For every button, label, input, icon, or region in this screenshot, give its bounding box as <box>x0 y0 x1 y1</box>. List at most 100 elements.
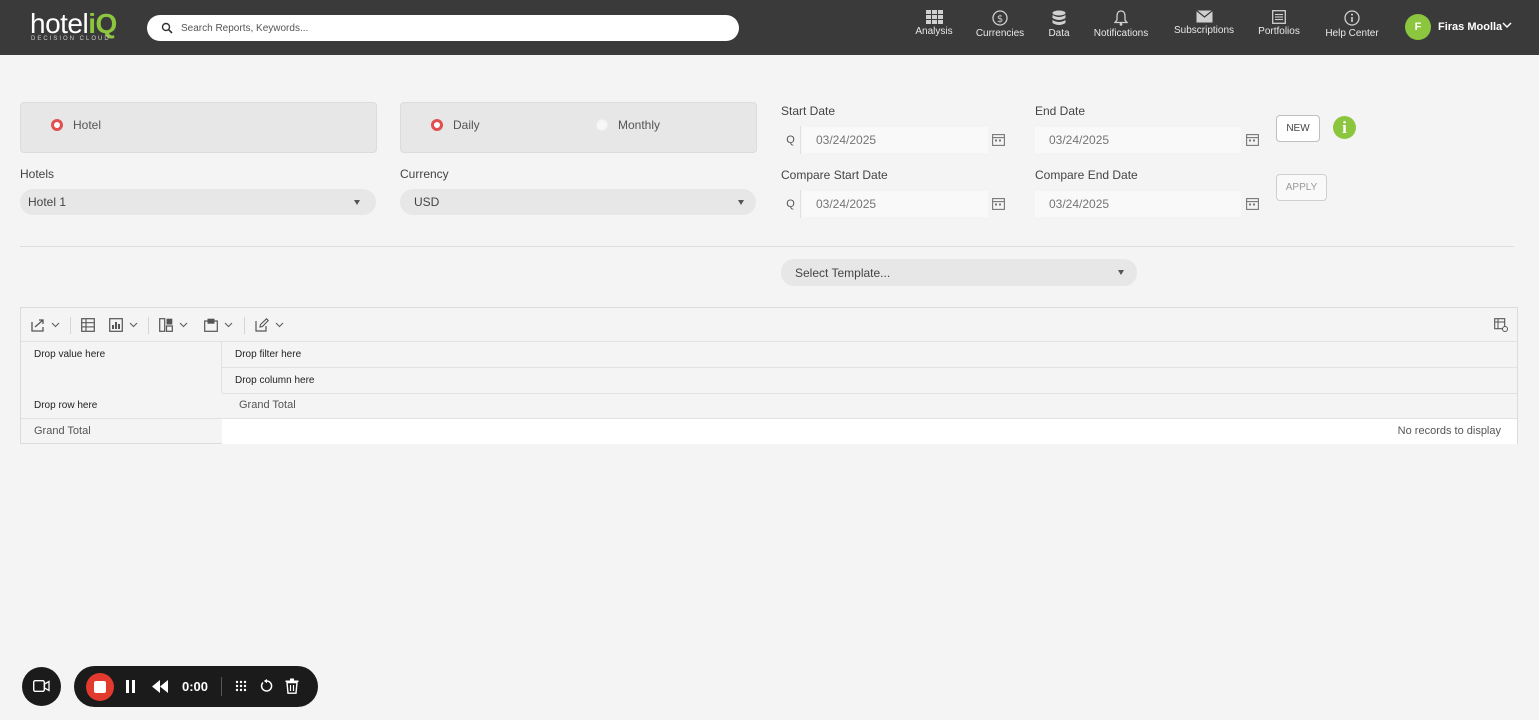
calendar-icon[interactable] <box>1246 133 1259 146</box>
nav-portfolios[interactable]: Portfolios <box>1254 10 1304 46</box>
nav-help-center[interactable]: Help Center <box>1323 10 1381 46</box>
compare-end-date-picker <box>1035 190 1265 218</box>
grid-icon <box>925 10 943 24</box>
search-bar <box>147 15 739 41</box>
compare-start-date-picker: Q <box>781 190 1011 218</box>
compare-end-date-label: Compare End Date <box>1035 168 1138 182</box>
video-camera-icon <box>33 680 50 692</box>
toolbar-divider <box>244 317 245 334</box>
nav-notifications[interactable]: Notifications <box>1091 10 1151 46</box>
subtotals-icon <box>204 318 218 332</box>
apply-button[interactable]: APPLY <box>1276 174 1327 201</box>
camera-toggle-button[interactable] <box>22 667 61 706</box>
edit-icon <box>255 318 269 332</box>
portfolio-icon <box>1272 10 1286 24</box>
end-date-picker <box>1035 126 1265 154</box>
recording-timer: 0:00 <box>182 679 209 694</box>
currency-label: Currency <box>400 167 449 181</box>
compare-start-date-input[interactable] <box>802 191 988 217</box>
scope-radio-group: Hotel <box>20 102 377 153</box>
field-list-icon <box>1494 318 1508 332</box>
start-date-picker: Q <box>781 126 1011 154</box>
svg-text:$: $ <box>997 14 1003 25</box>
search-input[interactable] <box>181 18 721 38</box>
hoteliq-logo[interactable]: hoteliQ DECISION CLOUD <box>30 8 130 44</box>
dropdown-caret-icon <box>1118 270 1124 275</box>
pause-icon[interactable] <box>125 680 136 693</box>
format-button[interactable] <box>255 317 285 335</box>
calendar-icon[interactable] <box>992 133 1005 146</box>
recorder-divider <box>221 677 222 696</box>
grid-view-button[interactable] <box>81 317 97 335</box>
layout-icon <box>159 318 173 332</box>
hotels-label: Hotels <box>20 167 55 181</box>
template-select[interactable]: Select Template... <box>781 259 1137 286</box>
drop-filter-zone[interactable]: Drop filter here <box>235 349 301 360</box>
chevron-down-icon <box>129 322 138 328</box>
user-name: Firas Moolla <box>1438 21 1503 33</box>
avatar: F <box>1405 14 1431 40</box>
grid-body: No records to display <box>222 419 1517 444</box>
calendar-icon[interactable] <box>1246 197 1259 210</box>
chart-icon <box>109 318 123 332</box>
chevron-down-icon <box>224 322 233 328</box>
nav-data[interactable]: Data <box>1043 10 1075 46</box>
chart-view-button[interactable] <box>109 317 139 335</box>
drop-value-zone[interactable]: Drop value here <box>34 349 105 360</box>
nav-currencies[interactable]: $ Currencies <box>975 10 1025 46</box>
table-icon <box>81 318 95 332</box>
end-date-input[interactable] <box>1035 127 1241 153</box>
export-button[interactable] <box>31 317 61 335</box>
search-icon <box>161 22 173 34</box>
grand-total-row: Grand Total No records to display <box>21 419 1517 444</box>
grand-total-column-header: Grand Total <box>239 399 296 411</box>
nav-subscriptions[interactable]: Subscriptions <box>1171 10 1237 46</box>
header-row: Drop row here Grand Total <box>21 394 1517 419</box>
recording-controls: 0:00 <box>74 666 318 707</box>
database-icon <box>1052 10 1066 25</box>
subtotals-button[interactable] <box>204 317 234 335</box>
dropdown-caret-icon <box>738 200 744 205</box>
column-row: Drop column here <box>222 368 1517 394</box>
hotels-select[interactable]: Hotel 1 <box>20 189 376 215</box>
stop-recording-button[interactable] <box>86 673 114 701</box>
period-radio-group: Daily Monthly <box>400 102 757 153</box>
restart-icon[interactable] <box>260 679 274 693</box>
section-divider <box>20 246 1514 247</box>
empty-message: No records to display <box>1397 425 1501 437</box>
compare-end-date-input[interactable] <box>1035 191 1241 217</box>
currency-select[interactable]: USD <box>400 189 756 215</box>
radio-indicator-selected <box>51 119 63 131</box>
calendar-icon[interactable] <box>992 197 1005 210</box>
grand-total-row-header: Grand Total <box>34 425 91 437</box>
rewind-icon[interactable] <box>152 680 168 693</box>
date-prefix: Q <box>781 190 801 218</box>
radio-indicator <box>596 119 608 131</box>
export-icon <box>31 319 44 332</box>
field-list-button[interactable] <box>1494 317 1508 335</box>
nav-analysis[interactable]: Analysis <box>912 10 956 46</box>
top-navigation-bar: hoteliQ DECISION CLOUD Analysis $ Curren… <box>0 0 1539 55</box>
toolbar-divider <box>148 317 149 334</box>
drop-row-zone[interactable]: Drop row here <box>34 400 97 411</box>
start-date-label: Start Date <box>781 104 836 118</box>
logo-tagline: DECISION CLOUD <box>31 36 111 42</box>
info-icon[interactable]: i <box>1333 116 1356 139</box>
radio-indicator-selected <box>431 119 443 131</box>
toolbar-divider <box>70 317 71 334</box>
chevron-down-icon <box>275 322 284 328</box>
new-button[interactable]: NEW <box>1276 115 1320 142</box>
compare-start-date-label: Compare Start Date <box>781 168 888 182</box>
trash-icon[interactable] <box>285 678 299 694</box>
pivot-grid: Drop value here Drop filter here Drop co… <box>20 307 1518 444</box>
dropdown-caret-icon <box>354 200 360 205</box>
dollar-circle-icon: $ <box>992 10 1008 26</box>
end-date-label: End Date <box>1035 104 1086 118</box>
chevron-down-icon <box>179 322 188 328</box>
start-date-input[interactable] <box>802 127 988 153</box>
move-handle-icon[interactable] <box>234 679 248 693</box>
chevron-down-icon <box>51 322 60 328</box>
layout-button[interactable] <box>159 317 189 335</box>
drop-column-zone[interactable]: Drop column here <box>235 375 314 386</box>
info-circle-icon <box>1344 10 1360 26</box>
